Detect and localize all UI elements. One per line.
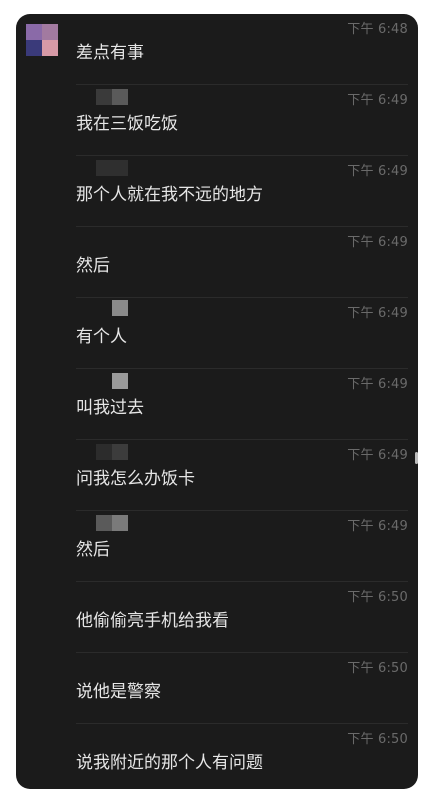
- message-time: 下午 6:50: [347, 732, 408, 747]
- message-time: 下午 6:49: [347, 306, 408, 321]
- privacy-mosaic: [96, 160, 128, 176]
- message-time: 下午 6:49: [347, 93, 408, 108]
- message-time: 下午 6:49: [347, 164, 408, 179]
- message-text[interactable]: 然后: [76, 251, 110, 276]
- message-item[interactable]: 下午 6:49 有个人: [76, 298, 408, 369]
- message-text[interactable]: 那个人就在我不远的地方: [76, 180, 263, 205]
- avatar-tile: [26, 40, 42, 56]
- message-item[interactable]: 下午 6:49 问我怎么办饭卡: [76, 440, 408, 511]
- message-item[interactable]: 下午 6:50 说我附近的那个人有问题: [76, 724, 408, 789]
- message-text[interactable]: 叫我过去: [76, 393, 144, 418]
- message-item[interactable]: 下午 6:50 他偷偷亮手机给我看: [76, 582, 408, 653]
- privacy-mosaic: [96, 89, 128, 105]
- message-time: 下午 6:50: [347, 661, 408, 676]
- message-item[interactable]: 下午 6:50 说他是警察: [76, 653, 408, 724]
- message-item[interactable]: 下午 6:49 叫我过去: [76, 369, 408, 440]
- message-text[interactable]: 他偷偷亮手机给我看: [76, 606, 229, 631]
- sender-avatar[interactable]: [26, 24, 58, 56]
- message-text[interactable]: 我在三饭吃饭: [76, 109, 178, 134]
- message-text[interactable]: 有个人: [76, 322, 127, 347]
- privacy-mosaic: [96, 444, 128, 460]
- scroll-indicator[interactable]: [415, 452, 418, 464]
- message-list: 下午 6:48 差点有事 下午 6:49 我在三饭吃饭 下午 6:49 那个人就…: [76, 14, 408, 789]
- message-text[interactable]: 说他是警察: [76, 677, 161, 702]
- privacy-mosaic: [112, 373, 128, 389]
- message-time: 下午 6:48: [347, 22, 408, 37]
- message-item[interactable]: 下午 6:49 然后: [76, 227, 408, 298]
- message-item[interactable]: 下午 6:49 我在三饭吃饭: [76, 85, 408, 156]
- message-item[interactable]: 下午 6:49 那个人就在我不远的地方: [76, 156, 408, 227]
- chat-panel: 下午 6:48 差点有事 下午 6:49 我在三饭吃饭 下午 6:49 那个人就…: [16, 14, 418, 789]
- message-time: 下午 6:49: [347, 377, 408, 392]
- message-item[interactable]: 下午 6:49 然后: [76, 511, 408, 582]
- message-text[interactable]: 问我怎么办饭卡: [76, 464, 195, 489]
- avatar-tile: [42, 24, 58, 40]
- avatar-tile: [42, 40, 58, 56]
- message-time: 下午 6:50: [347, 590, 408, 605]
- message-time: 下午 6:49: [347, 519, 408, 534]
- message-text[interactable]: 说我附近的那个人有问题: [76, 748, 263, 773]
- message-text[interactable]: 差点有事: [76, 38, 144, 63]
- message-time: 下午 6:49: [347, 448, 408, 463]
- message-text[interactable]: 然后: [76, 535, 110, 560]
- avatar-tile: [26, 24, 42, 40]
- privacy-mosaic: [96, 515, 128, 531]
- message-item[interactable]: 下午 6:48 差点有事: [76, 14, 408, 85]
- privacy-mosaic: [112, 300, 128, 316]
- message-time: 下午 6:49: [347, 235, 408, 250]
